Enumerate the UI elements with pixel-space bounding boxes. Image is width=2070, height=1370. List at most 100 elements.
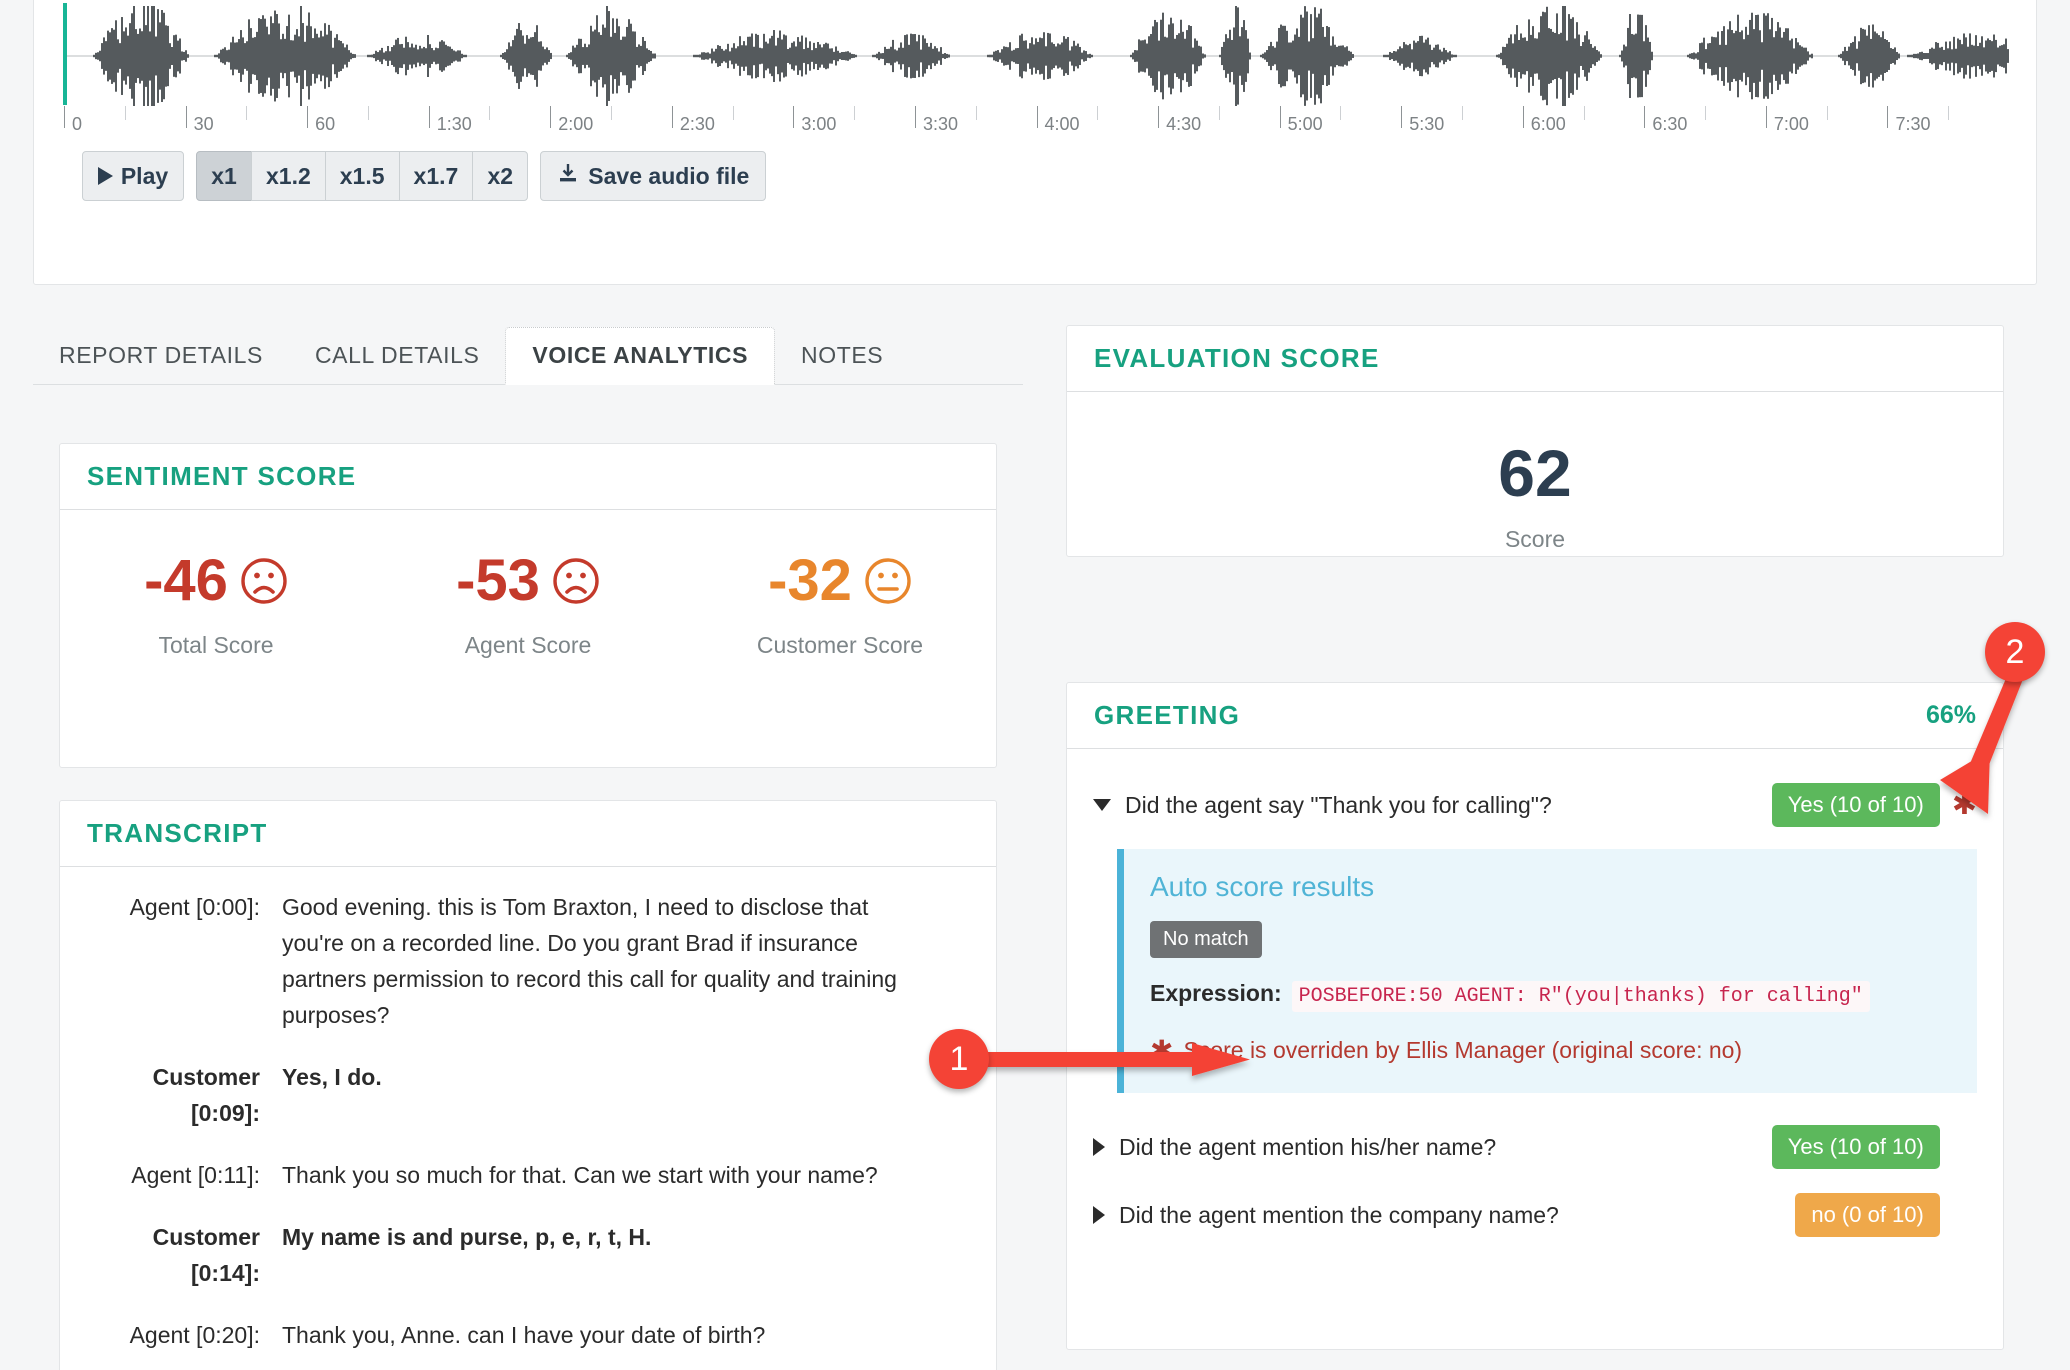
ruler-tick-minor: [1097, 106, 1099, 120]
ruler-tick-major: [1644, 106, 1646, 128]
evaluation-panel-header: EVALUATION SCORE: [1067, 326, 2003, 392]
play-button[interactable]: Play: [82, 151, 184, 201]
greeting-panel: GREETING 66% Did the agent say "Thank yo…: [1066, 682, 2004, 1350]
transcript-title: TRANSCRIPT: [87, 818, 268, 848]
transcript-line: Agent [0:11]: Thank you so much for that.…: [86, 1157, 970, 1193]
ruler-tick-label: 4:00: [1044, 114, 1080, 134]
question-score-badge[interactable]: Yes (10 of 10): [1771, 1125, 1940, 1169]
annotation-2-badge: 2: [1985, 622, 2045, 682]
audio-waveform[interactable]: [64, 6, 2009, 106]
ruler-tick-minor: [367, 106, 369, 120]
ruler-tick-major: [793, 106, 795, 128]
ruler-tick-minor: [1340, 106, 1342, 120]
chevron-right-icon[interactable]: [1093, 1138, 1105, 1156]
ruler-tick-minor: [975, 106, 977, 120]
ruler-tick-label: 4:30: [1166, 114, 1202, 134]
waveform-svg: [64, 6, 2009, 106]
frown-icon: [241, 558, 287, 604]
greeting-panel-header: GREETING 66%: [1067, 683, 2003, 749]
speed-button-x1-5[interactable]: x1.5: [324, 151, 400, 201]
auto-score-title: Auto score results: [1150, 871, 1375, 902]
save-audio-label: Save audio file: [588, 162, 750, 189]
save-audio-button[interactable]: Save audio file: [540, 151, 767, 201]
ruler-tick-minor: [1461, 106, 1463, 120]
speed-button-x2[interactable]: x2: [472, 151, 529, 201]
ruler-tick-minor: [854, 106, 856, 120]
sentiment-value: -46: [144, 548, 228, 613]
question-score-badge[interactable]: Yes (10 of 10): [1771, 783, 1940, 827]
override-text: Score is overriden by Ellis Manager (ori…: [1183, 1037, 1743, 1063]
ruler-tick-label: 60: [315, 114, 336, 134]
ruler-tick-minor: [1583, 106, 1585, 120]
speed-button-x1-2[interactable]: x1.2: [251, 151, 326, 201]
question-left: Did the agent mention the company name?: [1093, 1202, 1559, 1229]
ruler-tick-label: 6:30: [1652, 114, 1688, 134]
expression-row: Expression: POSBEFORE:50 AGENT: R"(you|th…: [1150, 980, 1951, 1012]
ruler-tick-minor: [1826, 106, 1828, 120]
speed-button-x1[interactable]: x1: [196, 151, 252, 201]
transcript-text: Good evening. this is Tom Braxton, I nee…: [282, 894, 897, 1028]
ruler-tick-label: 2:30: [679, 114, 715, 134]
play-label: Play: [120, 162, 169, 189]
playhead-marker[interactable]: [63, 3, 67, 105]
chevron-down-icon[interactable]: [1093, 799, 1111, 811]
tab-notes[interactable]: NOTES: [775, 328, 909, 384]
question-text: Did the agent mention his/her name?: [1119, 1133, 1497, 1160]
ruler-tick-label: 2:00: [558, 114, 594, 134]
tab-voice-analytics[interactable]: VOICE ANALYTICS: [505, 327, 776, 385]
ruler-tick-major: [1158, 106, 1160, 128]
ruler-tick-major: [1522, 106, 1524, 128]
transcript-text: Thank you so much for that. Can we start…: [282, 1162, 878, 1188]
ruler-tick-label: 7:30: [1895, 114, 1931, 134]
ruler-tick-minor: [124, 106, 126, 120]
expression-value: POSBEFORE:50 AGENT: R"(you|thanks) for c…: [1291, 981, 1870, 1012]
evaluation-title: EVALUATION SCORE: [1094, 343, 1380, 373]
ruler-tick-label: 6:00: [1530, 114, 1566, 134]
ruler-tick-label: 30: [193, 114, 214, 134]
evaluation-score-label: Score: [1504, 526, 1566, 552]
sentiment-cell: -32 Customer Score: [684, 552, 996, 659]
play-icon: [97, 167, 113, 185]
transcript-speaker: Agent [0:20]:: [129, 1322, 260, 1348]
question-right: Yes (10 of 10)✱: [1771, 1125, 1977, 1169]
question-score-badge[interactable]: no (0 of 10): [1795, 1193, 1940, 1237]
score-override-notice: ✱ Score is overriden by Ellis Manager (or…: [1150, 1034, 1951, 1067]
evaluation-question-row[interactable]: Did the agent mention his/her name? Yes (…: [1093, 1113, 1977, 1181]
tab-report-details[interactable]: REPORT DETAILS: [33, 328, 289, 384]
tab-call-details[interactable]: CALL DETAILS: [289, 328, 505, 384]
download-icon: [557, 162, 579, 190]
transcript-speaker: Agent [0:11]:: [131, 1162, 260, 1188]
timeline-ruler[interactable]: 0 30 60 1:30 2:00 2:30 3:00 3:30 4:00 4:30 5:00 5:3…: [64, 106, 2009, 146]
question-left: Did the agent mention his/her name?: [1093, 1134, 1496, 1161]
evaluation-score-panel: EVALUATION SCORE 62 Score: [1066, 325, 2004, 557]
ruler-tick-major: [1279, 106, 1281, 128]
sentiment-score-panel: SENTIMENT SCORE -46 Total Score -53 Agent S…: [59, 443, 997, 768]
ruler-tick-major: [550, 106, 552, 128]
transcript-text: Yes, I do.: [282, 1064, 382, 1090]
speed-button-x1-7[interactable]: x1.7: [398, 151, 474, 201]
evaluation-question-row[interactable]: Did the agent mention the company name? n…: [1093, 1181, 1977, 1249]
sentiment-label: Agent Score: [464, 632, 592, 658]
sentiment-scores-row: -46 Total Score -53 Agent Score -32 Customer …: [60, 510, 996, 659]
chevron-right-icon[interactable]: [1093, 1206, 1105, 1224]
ruler-tick-label: 5:00: [1287, 114, 1323, 134]
ruler-tick-major: [671, 106, 673, 128]
match-status-badge: No match: [1150, 921, 1262, 958]
speed-button-label: x1: [211, 162, 237, 189]
ruler-tick-major: [64, 106, 65, 128]
ruler-tick-major: [428, 106, 430, 128]
ruler-tick-major: [1036, 106, 1038, 128]
sentiment-cell: -46 Total Score: [60, 552, 372, 659]
transcript-speaker: Customer [0:14]:: [152, 1224, 260, 1286]
annotation-1-badge: 1: [929, 1029, 989, 1089]
evaluation-question-row[interactable]: Did the agent say "Thank you for calling…: [1093, 771, 1977, 839]
evaluation-score-value: 62: [1498, 436, 1572, 510]
expression-label: Expression:: [1150, 980, 1282, 1006]
question-text: Did the agent mention the company name?: [1119, 1201, 1559, 1228]
main-tabs: REPORT DETAILS CALL DETAILS VOICE ANALYTIC…: [33, 320, 1023, 385]
transcript-panel: TRANSCRIPT Agent [0:00]: Good evening. th…: [59, 800, 997, 1370]
ruler-tick-major: [185, 106, 187, 128]
playback-speed-group: x1 x1.2 x1.5 x1.7 x2: [196, 151, 529, 201]
sentiment-title: SENTIMENT SCORE: [87, 461, 357, 491]
player-controls: Play x1 x1.2 x1.5 x1.7 x2 Save audio file: [82, 151, 767, 201]
